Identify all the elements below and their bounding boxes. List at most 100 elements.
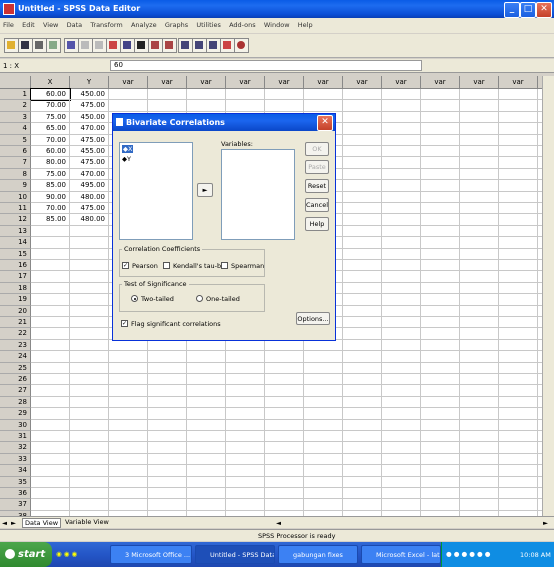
- grid-cell[interactable]: [421, 248, 460, 260]
- grid-cell[interactable]: [31, 282, 70, 295]
- grid-cell[interactable]: [109, 465, 148, 477]
- grid-cell[interactable]: [460, 351, 499, 363]
- column-header[interactable]: var: [226, 76, 265, 89]
- grid-cell[interactable]: [109, 339, 148, 352]
- grid-cell[interactable]: [109, 100, 148, 112]
- grid-cell[interactable]: [70, 499, 109, 511]
- grid-cell[interactable]: [148, 362, 187, 374]
- row-header[interactable]: 4: [0, 123, 31, 135]
- grid-cell[interactable]: [382, 248, 421, 260]
- grid-cell[interactable]: [421, 317, 460, 329]
- grid-cell[interactable]: [31, 385, 70, 397]
- grid-cell[interactable]: [421, 465, 460, 477]
- grid-cell[interactable]: [226, 100, 265, 112]
- grid-cell[interactable]: [304, 476, 343, 488]
- grid-cell[interactable]: [421, 134, 460, 146]
- grid-cell[interactable]: [499, 134, 538, 146]
- column-header[interactable]: var: [343, 76, 382, 89]
- grid-cell[interactable]: [265, 351, 304, 363]
- grid-cell[interactable]: [421, 339, 460, 352]
- grid-cell[interactable]: [460, 294, 499, 306]
- grid-cell[interactable]: [499, 100, 538, 112]
- grid-cell[interactable]: [460, 305, 499, 317]
- row-header[interactable]: 8: [0, 168, 31, 181]
- grid-cell[interactable]: [265, 476, 304, 488]
- spearman-checkbox[interactable]: [221, 262, 228, 269]
- grid-cell[interactable]: 65.00: [31, 123, 70, 135]
- row-header[interactable]: 7: [0, 157, 31, 169]
- grid-cell[interactable]: [382, 282, 421, 295]
- grid-cell[interactable]: [460, 225, 499, 238]
- grid-cell[interactable]: [343, 374, 382, 386]
- grid-cell[interactable]: [421, 89, 460, 101]
- grid-cell[interactable]: [226, 396, 265, 409]
- grid-cell[interactable]: [460, 260, 499, 272]
- column-header[interactable]: var: [460, 76, 499, 89]
- grid-cell[interactable]: [226, 408, 265, 420]
- save-icon[interactable]: [18, 38, 33, 53]
- grid-cell[interactable]: [460, 396, 499, 409]
- grid-cell[interactable]: [187, 89, 226, 101]
- grid-cell[interactable]: [304, 89, 343, 101]
- grid-cell[interactable]: [499, 260, 538, 272]
- grid-cell[interactable]: [382, 191, 421, 203]
- grid-cell[interactable]: [460, 203, 499, 215]
- grid-cell[interactable]: [421, 408, 460, 420]
- grid-cell[interactable]: [499, 419, 538, 431]
- grid-cell[interactable]: 90.00: [31, 191, 70, 203]
- grid-cell[interactable]: [499, 191, 538, 203]
- grid-cell[interactable]: [148, 396, 187, 409]
- grid-cell[interactable]: 475.00: [70, 100, 109, 112]
- row-header[interactable]: 24: [0, 351, 31, 363]
- grid-cell[interactable]: [187, 488, 226, 500]
- grid-cell[interactable]: [343, 419, 382, 431]
- tab-scroll-left-icon[interactable]: ◄: [2, 519, 7, 527]
- grid-cell[interactable]: [499, 396, 538, 409]
- menu-graphs[interactable]: Graphs: [162, 18, 191, 29]
- grid-cell[interactable]: [421, 191, 460, 203]
- grid-cell[interactable]: [187, 419, 226, 431]
- grid-cell[interactable]: [382, 203, 421, 215]
- grid-cell[interactable]: [109, 385, 148, 397]
- row-header[interactable]: 18: [0, 282, 31, 295]
- grid-cell[interactable]: [148, 499, 187, 511]
- close-button[interactable]: ✕: [536, 2, 552, 18]
- grid-cell[interactable]: [265, 431, 304, 443]
- grid-cell[interactable]: [70, 351, 109, 363]
- grid-cell[interactable]: [187, 465, 226, 477]
- row-header[interactable]: 9: [0, 180, 31, 192]
- grid-cell[interactable]: [382, 271, 421, 283]
- grid-cell[interactable]: [343, 111, 382, 124]
- grid-cell[interactable]: [460, 237, 499, 249]
- tab-scroll-right-icon[interactable]: ►: [11, 519, 16, 527]
- grid-cell[interactable]: [343, 408, 382, 420]
- grid-cell[interactable]: [421, 168, 460, 181]
- grid-cell[interactable]: [148, 339, 187, 352]
- grid-cell[interactable]: [499, 89, 538, 101]
- pearson-checkbox[interactable]: ✓: [122, 262, 129, 269]
- grid-cell[interactable]: [70, 317, 109, 329]
- grid-cell[interactable]: [382, 431, 421, 443]
- grid-cell[interactable]: [70, 431, 109, 443]
- paste-button[interactable]: Paste: [305, 160, 329, 174]
- grid-cell[interactable]: [70, 237, 109, 249]
- grid-cell[interactable]: [499, 476, 538, 488]
- grid-cell[interactable]: [343, 248, 382, 260]
- grid-cell[interactable]: [382, 488, 421, 500]
- undo-icon[interactable]: [64, 38, 79, 53]
- grid-cell[interactable]: [148, 419, 187, 431]
- row-header[interactable]: 12: [0, 214, 31, 226]
- grid-cell[interactable]: [226, 465, 265, 477]
- row-header[interactable]: 33: [0, 453, 31, 466]
- goto-case-icon[interactable]: [106, 38, 121, 53]
- row-header[interactable]: 10: [0, 191, 31, 203]
- grid-cell[interactable]: [343, 203, 382, 215]
- quicklaunch-icons[interactable]: ◉ ◉ ◉: [56, 550, 77, 558]
- grid-cell[interactable]: [31, 396, 70, 409]
- grid-cell[interactable]: [70, 294, 109, 306]
- grid-cell[interactable]: [499, 146, 538, 158]
- grid-cell[interactable]: [31, 499, 70, 511]
- grid-cell[interactable]: [109, 362, 148, 374]
- grid-cell[interactable]: [460, 100, 499, 112]
- grid-cell[interactable]: [148, 453, 187, 466]
